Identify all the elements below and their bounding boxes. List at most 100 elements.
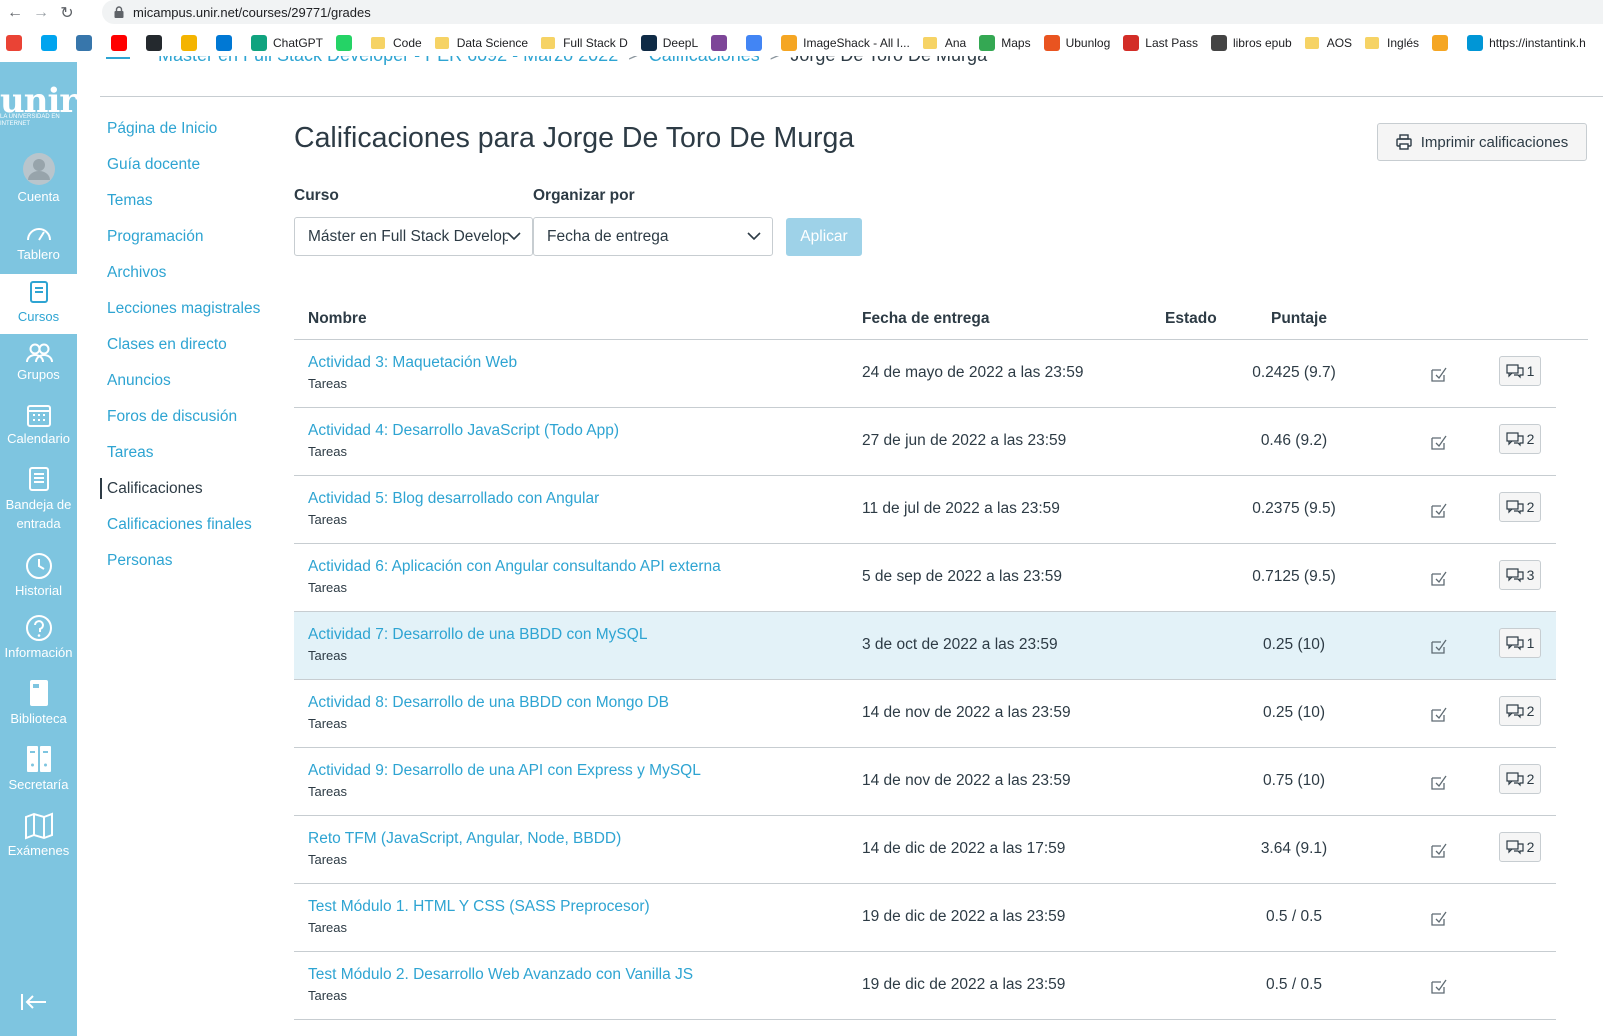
score-value: 0.5 / 0.5 bbox=[1265, 908, 1322, 925]
comments-button[interactable]: 1 bbox=[1499, 356, 1541, 386]
bookmark-item[interactable]: libros epub bbox=[1210, 35, 1292, 51]
gnav-item-calendario[interactable]: Calendario bbox=[0, 396, 77, 456]
comments-button[interactable]: 3 bbox=[1499, 560, 1541, 590]
gnav-item-historial[interactable]: Historial bbox=[0, 546, 77, 604]
print-grades-button[interactable]: Imprimir calificaciones bbox=[1377, 123, 1587, 161]
bookmark-item[interactable]: AOS bbox=[1304, 36, 1352, 50]
bookmark-item[interactable] bbox=[6, 35, 28, 51]
gnav-item-secretaria[interactable]: Secretaría bbox=[0, 738, 77, 804]
bookmark-item[interactable] bbox=[336, 35, 358, 51]
bookmark-item[interactable]: Ubunlog bbox=[1043, 35, 1111, 51]
breadcrumb-separator: > bbox=[770, 56, 781, 65]
course-nav-item[interactable]: Archivos bbox=[100, 262, 270, 283]
course-nav-item[interactable]: Clases en directo bbox=[100, 334, 270, 355]
course-label: Curso bbox=[294, 187, 339, 204]
bookmark-item[interactable] bbox=[146, 35, 168, 51]
header-status[interactable]: Estado bbox=[1165, 310, 1217, 328]
bookmark-item[interactable]: DeepL bbox=[640, 35, 699, 51]
assignment-link[interactable]: Reto TFM (JavaScript, Angular, Node, BBD… bbox=[308, 830, 621, 848]
bookmark-label: Ubunlog bbox=[1065, 36, 1111, 50]
comments-button[interactable]: 2 bbox=[1499, 832, 1541, 862]
header-name[interactable]: Nombre bbox=[308, 310, 367, 328]
score-value: 0.7125 (9.5) bbox=[1252, 568, 1336, 585]
bookmark-item[interactable] bbox=[111, 35, 133, 51]
back-icon[interactable]: ← bbox=[4, 2, 26, 24]
comments-button[interactable]: 1 bbox=[1499, 628, 1541, 658]
course-nav-item[interactable]: Anuncios bbox=[100, 370, 270, 391]
bookmark-item[interactable]: Code bbox=[371, 36, 422, 50]
gnav-item-informacion[interactable]: Información bbox=[0, 608, 77, 670]
course-nav-item[interactable]: Página de Inicio bbox=[100, 118, 270, 139]
course-nav-item[interactable]: Tareas bbox=[100, 442, 270, 463]
comments-button[interactable]: 2 bbox=[1499, 696, 1541, 726]
bookmark-item[interactable]: ImageShack - All I... bbox=[781, 35, 910, 51]
bookmark-item[interactable] bbox=[216, 35, 238, 51]
breadcrumb-grades[interactable]: Calificaciones bbox=[649, 56, 760, 65]
bookmark-item[interactable]: Maps bbox=[979, 35, 1031, 51]
bookmark-label: DeepL bbox=[662, 36, 699, 50]
hamburger-menu-icon[interactable] bbox=[106, 56, 130, 68]
assignment-group: Tareas bbox=[308, 716, 348, 731]
header-score[interactable]: Puntaje bbox=[1271, 310, 1327, 328]
apply-button[interactable]: Aplicar bbox=[786, 218, 862, 256]
bookmark-item[interactable]: Ana bbox=[922, 36, 966, 50]
bookmark-item[interactable]: Full Stack D bbox=[541, 36, 628, 50]
inbox-icon bbox=[28, 467, 49, 491]
bookmark-item[interactable]: ChatGPT bbox=[251, 35, 323, 51]
assignment-link[interactable]: Actividad 3: Maquetación Web bbox=[308, 354, 517, 372]
collapse-nav-icon[interactable] bbox=[20, 992, 48, 1012]
course-nav-item[interactable]: Calificaciones finales bbox=[100, 514, 270, 535]
assignment-link[interactable]: Test Módulo 2. Desarrollo Web Avanzado c… bbox=[308, 966, 693, 984]
course-nav-item[interactable]: Guía docente bbox=[100, 154, 270, 175]
assignment-link[interactable]: Test Módulo 1. HTML Y CSS (SASS Preproce… bbox=[308, 898, 650, 916]
course-nav-item[interactable]: Temas bbox=[100, 190, 270, 211]
submission-status-icon bbox=[1429, 568, 1449, 588]
assignment-link[interactable]: Actividad 5: Blog desarrollado con Angul… bbox=[308, 490, 599, 508]
bookmark-item[interactable] bbox=[181, 35, 203, 51]
comments-count: 2 bbox=[1526, 839, 1535, 855]
bookmark-item[interactable] bbox=[711, 35, 733, 51]
comments-button[interactable]: 2 bbox=[1499, 764, 1541, 794]
course-nav-item[interactable]: Programación bbox=[100, 226, 270, 247]
assignment-group: Tareas bbox=[308, 988, 348, 1003]
course-select[interactable]: Máster en Full Stack Developer bbox=[294, 217, 533, 256]
due-date: 14 de nov de 2022 a las 23:59 bbox=[862, 704, 1071, 721]
bookmark-label: libros epub bbox=[1232, 36, 1292, 50]
unir-logo-subtitle: LA UNIVERSIDAD EN INTERNET bbox=[0, 114, 60, 127]
course-nav-item[interactable]: Personas bbox=[100, 550, 270, 571]
bookmark-item[interactable] bbox=[41, 35, 63, 51]
reload-icon[interactable]: ↻ bbox=[56, 2, 78, 24]
unir-logo[interactable]: unir bbox=[0, 84, 77, 118]
comments-button[interactable]: 2 bbox=[1499, 424, 1541, 454]
bookmark-item[interactable] bbox=[1432, 35, 1454, 51]
bookmark-item[interactable]: Data Science bbox=[434, 36, 528, 50]
bookmark-item[interactable] bbox=[746, 35, 768, 51]
bookmark-item[interactable] bbox=[76, 35, 98, 51]
assignment-link[interactable]: Actividad 6: Aplicación con Angular cons… bbox=[308, 558, 721, 576]
forward-icon[interactable]: → bbox=[30, 2, 52, 24]
course-nav-item[interactable]: Foros de discusión bbox=[100, 406, 270, 427]
order-select[interactable]: Fecha de entrega bbox=[533, 217, 773, 256]
bookmark-item[interactable]: Inglés bbox=[1365, 36, 1419, 50]
bookmark-item[interactable]: Last Pass bbox=[1123, 35, 1198, 51]
gnav-item-bandeja[interactable]: Bandeja de entrada bbox=[0, 460, 77, 540]
assignment-link[interactable]: Actividad 7: Desarrollo de una BBDD con … bbox=[308, 626, 647, 644]
comments-count: 2 bbox=[1526, 771, 1535, 787]
header-due[interactable]: Fecha de entrega bbox=[862, 310, 990, 328]
course-nav-item[interactable]: Calificaciones bbox=[100, 478, 270, 499]
gnav-item-cursos[interactable]: Cursos bbox=[0, 274, 77, 334]
gnav-item-biblioteca[interactable]: Biblioteca bbox=[0, 672, 77, 736]
gnav-item-examenes[interactable]: Exámenes bbox=[0, 806, 77, 870]
bookmark-item[interactable]: https://instantink.h bbox=[1467, 35, 1586, 51]
gnav-item-cuenta[interactable]: Cuenta bbox=[0, 148, 77, 208]
address-bar[interactable]: micampus.unir.net/courses/29771/grades bbox=[102, 0, 1603, 24]
assignment-link[interactable]: Actividad 8: Desarrollo de una BBDD con … bbox=[308, 694, 669, 712]
assignment-link[interactable]: Actividad 4: Desarrollo JavaScript (Todo… bbox=[308, 422, 619, 440]
breadcrumb-course[interactable]: Máster en Full Stack Developer - PER 609… bbox=[158, 56, 618, 65]
assignment-link[interactable]: Actividad 9: Desarrollo de una API con E… bbox=[308, 762, 701, 780]
grades-table-body: Actividad 3: Maquetación Web Tareas 24 de … bbox=[294, 340, 1556, 1020]
comments-button[interactable]: 2 bbox=[1499, 492, 1541, 522]
course-nav-item[interactable]: Lecciones magistrales bbox=[100, 298, 270, 319]
gnav-item-tablero[interactable]: Tablero bbox=[0, 216, 77, 274]
gnav-item-grupos[interactable]: Grupos bbox=[0, 336, 77, 392]
